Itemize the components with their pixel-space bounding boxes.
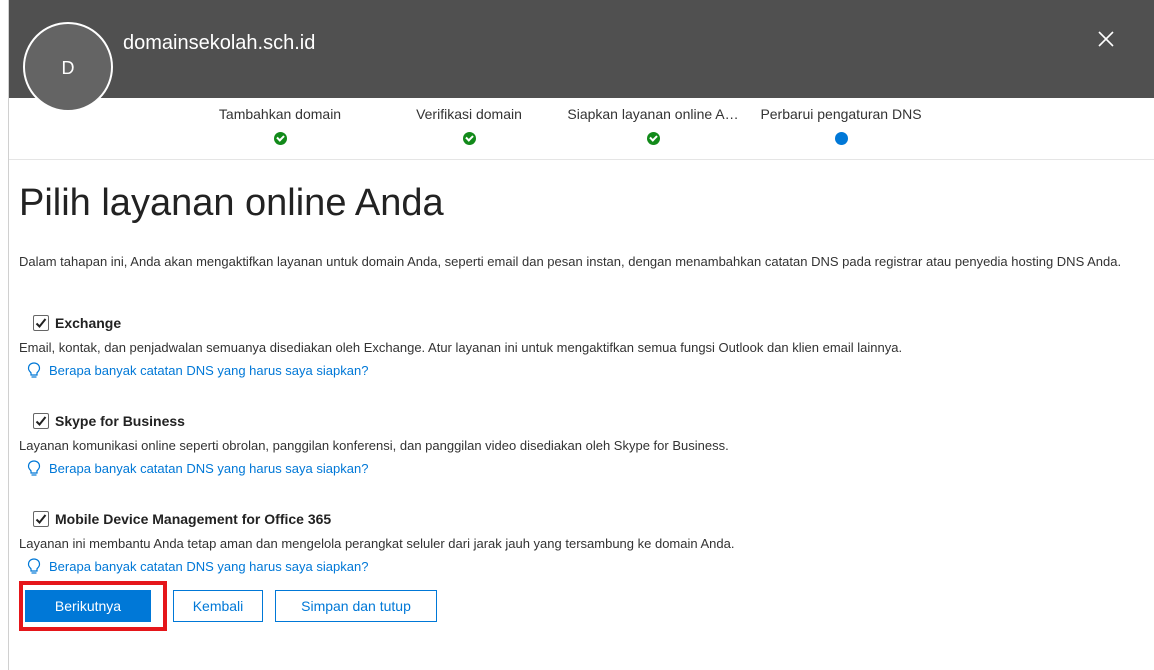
lightbulb-icon (27, 362, 41, 378)
panel-header: D domainsekolah.sch.id (9, 0, 1154, 112)
step-setup-services: Siapkan layanan online A… (555, 106, 751, 148)
help-link-text: Berapa banyak catatan DNS yang harus say… (49, 362, 369, 378)
setup-panel: D domainsekolah.sch.id Tambahkan domain … (8, 0, 1154, 670)
lightbulb-icon (27, 460, 41, 476)
step-done-icon (273, 132, 287, 145)
checkmark-icon (35, 318, 47, 328)
highlight-box (19, 581, 167, 631)
close-button[interactable] (1091, 24, 1121, 54)
help-link-text: Berapa banyak catatan DNS yang harus say… (49, 460, 369, 476)
avatar: D (23, 22, 113, 112)
skype-checkbox[interactable] (33, 413, 49, 429)
intro-text: Dalam tahapan ini, Anda akan mengaktifka… (19, 254, 1122, 269)
save-and-close-button[interactable]: Simpan dan tutup (275, 590, 437, 622)
help-link[interactable]: Berapa banyak catatan DNS yang harus say… (25, 361, 902, 379)
mdm-checkbox[interactable] (33, 511, 49, 527)
step-label: Perbarui pengaturan DNS (760, 106, 922, 122)
step-done-icon (646, 132, 660, 145)
page-title: Pilih layanan online Anda (19, 182, 444, 224)
step-current-icon (834, 132, 848, 145)
domain-title: domainsekolah.sch.id (123, 32, 316, 54)
progress-steps: Tambahkan domain Verifikasi domain Siapk… (9, 100, 1154, 160)
help-link-text: Berapa banyak catatan DNS yang harus say… (49, 558, 369, 574)
step-label: Siapkan layanan online A… (567, 106, 739, 122)
exchange-checkbox[interactable] (33, 315, 49, 331)
service-name: Exchange (55, 315, 122, 331)
left-edge-background (0, 0, 8, 670)
service-skype: Skype for Business Layanan komunikasi on… (19, 410, 729, 477)
step-verify-domain: Verifikasi domain (401, 106, 537, 148)
service-name: Skype for Business (55, 413, 185, 429)
help-link[interactable]: Berapa banyak catatan DNS yang harus say… (25, 459, 729, 477)
back-button[interactable]: Kembali (173, 590, 263, 622)
service-description: Layanan ini membantu Anda tetap aman dan… (19, 536, 735, 551)
checkmark-icon (35, 514, 47, 524)
service-description: Email, kontak, dan penjadwalan semuanya … (19, 340, 903, 355)
service-description: Layanan komunikasi online seperti obrola… (19, 438, 729, 453)
step-label: Verifikasi domain (416, 106, 522, 122)
service-exchange: Exchange Email, kontak, dan penjadwalan … (19, 312, 902, 379)
checkmark-icon (35, 416, 47, 426)
close-icon (1098, 31, 1114, 47)
lightbulb-icon (27, 558, 41, 574)
avatar-initial: D (61, 57, 75, 78)
step-done-icon (462, 132, 476, 145)
service-mdm: Mobile Device Management for Office 365 … (19, 508, 734, 575)
help-link[interactable]: Berapa banyak catatan DNS yang harus say… (25, 557, 734, 575)
step-update-dns: Perbarui pengaturan DNS (751, 106, 931, 148)
step-add-domain: Tambahkan domain (205, 106, 355, 148)
service-name: Mobile Device Management for Office 365 (55, 511, 332, 527)
step-label: Tambahkan domain (218, 106, 342, 122)
